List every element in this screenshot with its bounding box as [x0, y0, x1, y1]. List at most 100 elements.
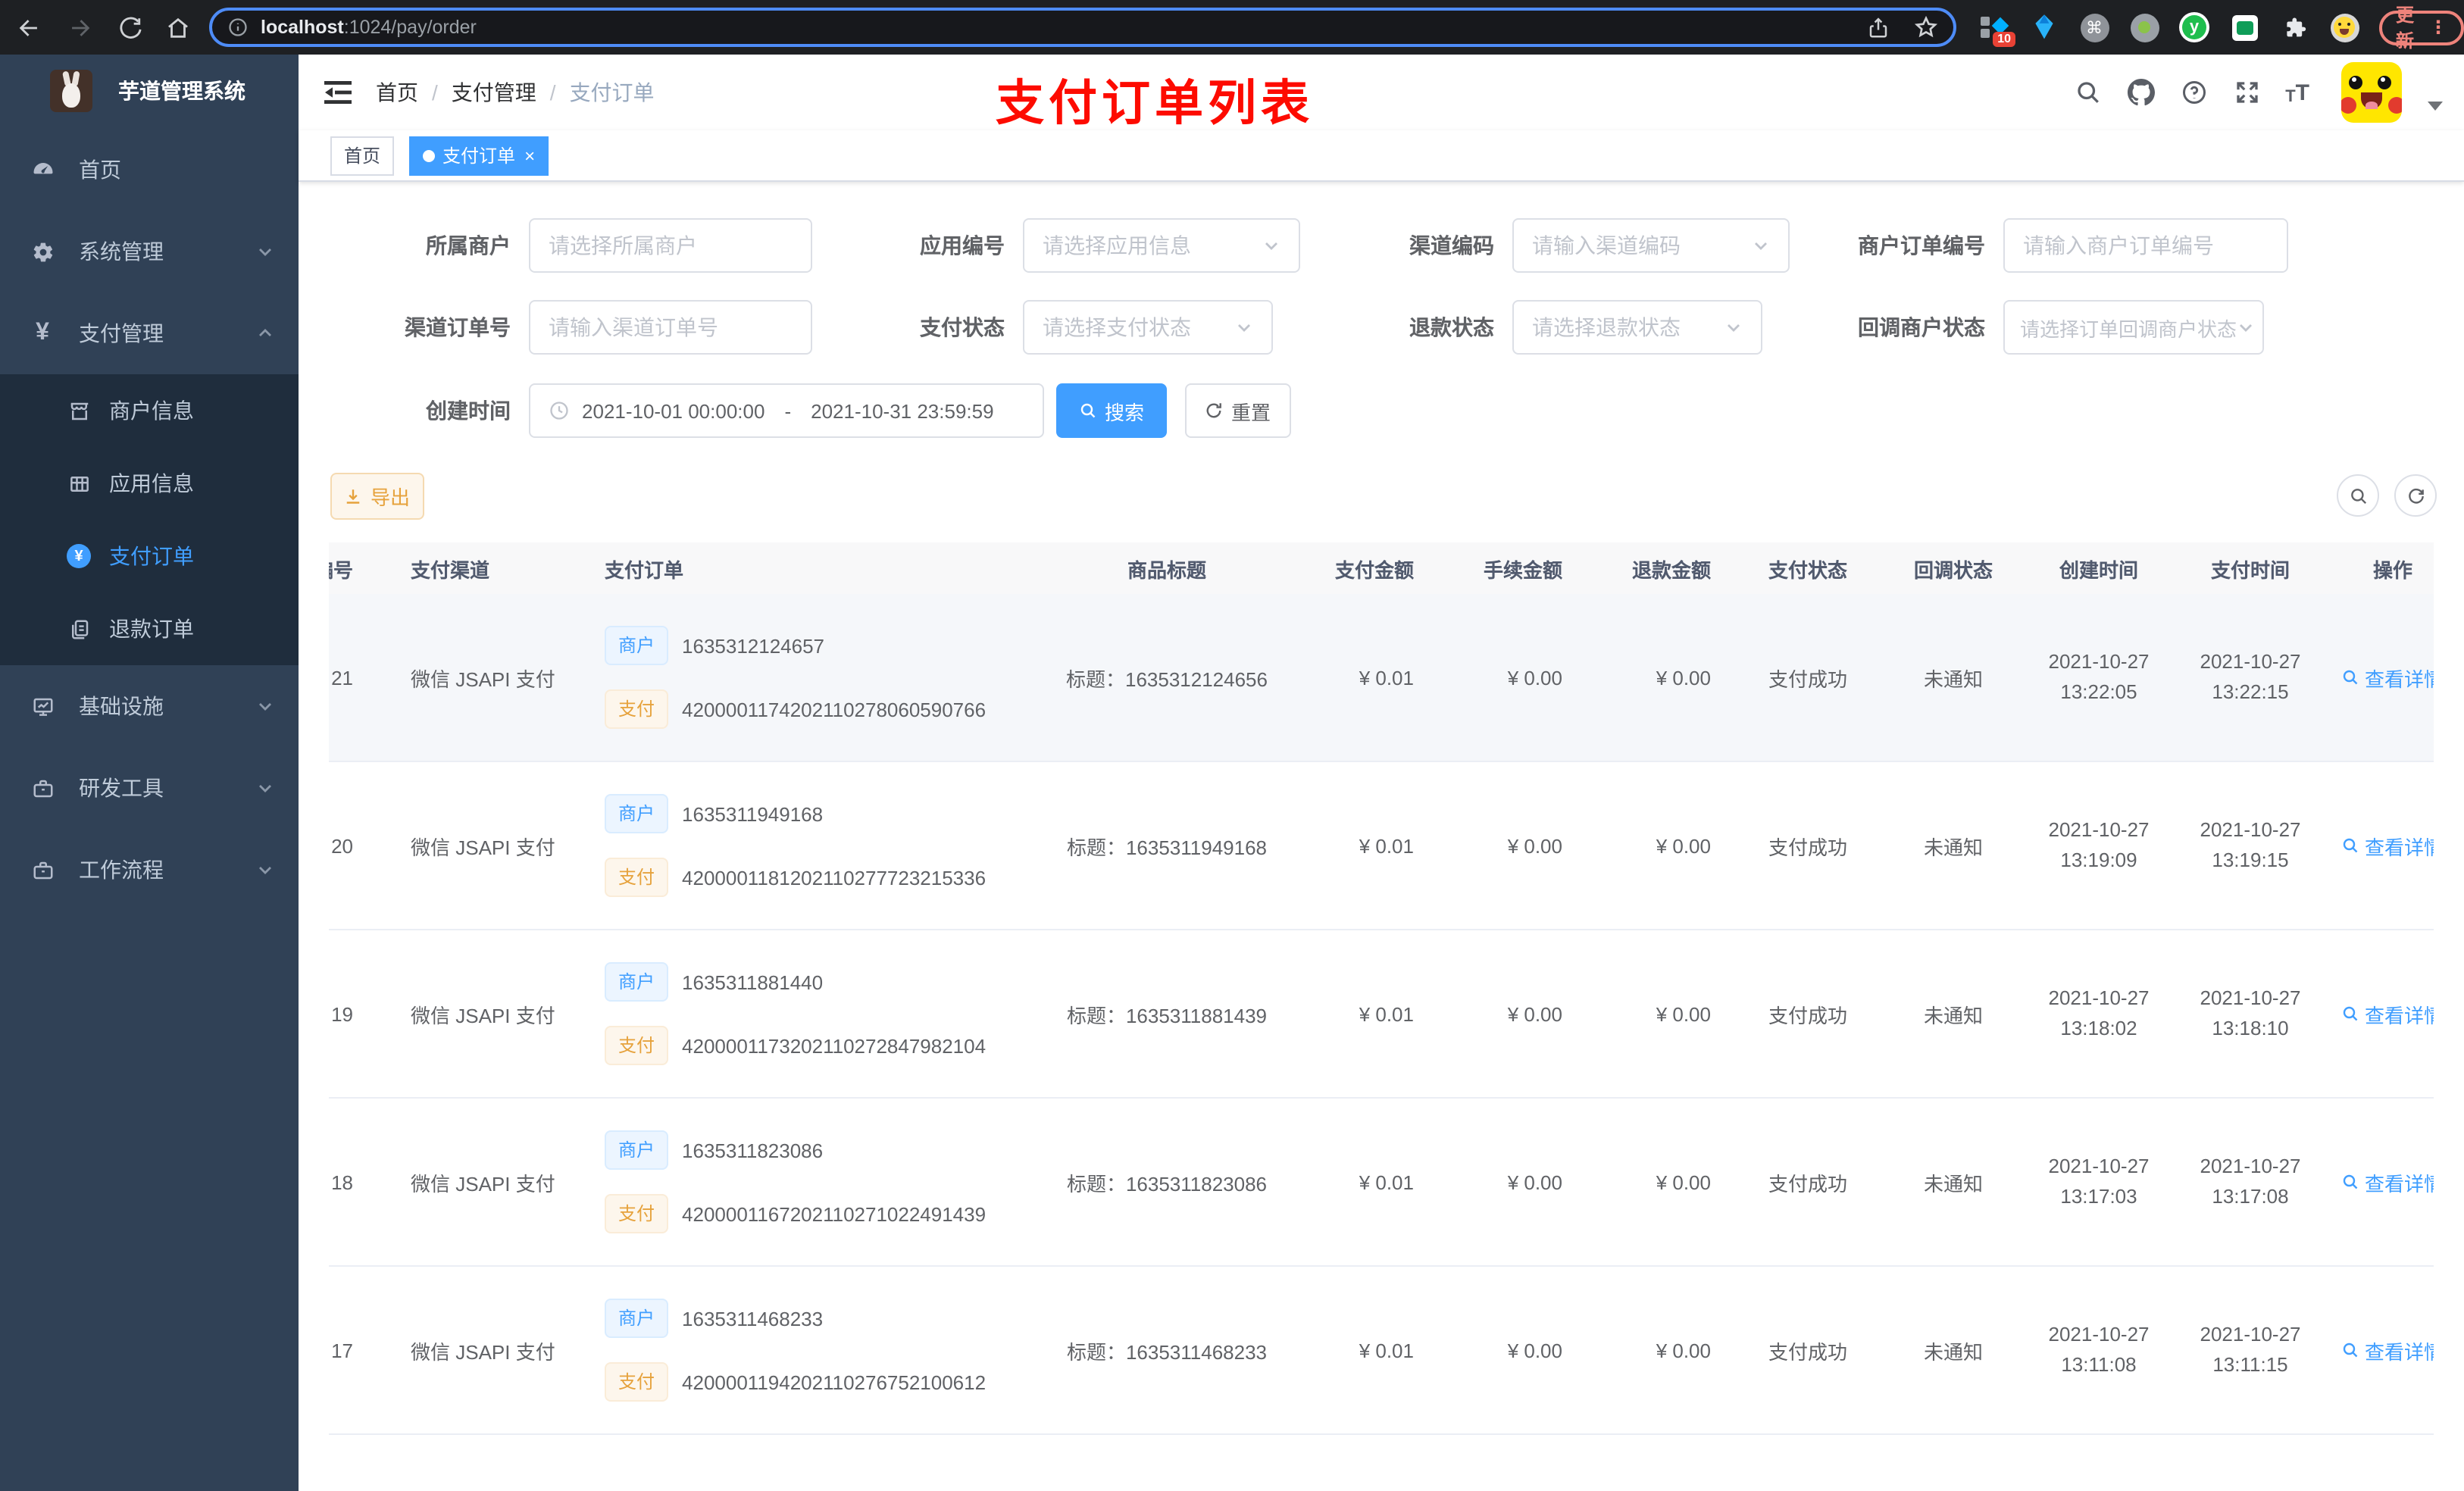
extension-kite-icon[interactable]	[2029, 12, 2059, 42]
tab-pay-order[interactable]: 支付订单 ×	[409, 136, 549, 175]
date-range-picker[interactable]: 2021-10-01 00:00:00 - 2021-10-31 23:59:5…	[529, 383, 1044, 438]
browser-forward-button[interactable]	[64, 12, 94, 42]
filter-channel-code: 渠道编码 请输入渠道编码	[1300, 218, 1790, 273]
sidebar-item-pay-order[interactable]: ¥ 支付订单	[0, 520, 299, 592]
sidebar-item-workflow[interactable]: 工作流程	[0, 829, 299, 911]
tab-label: 支付订单	[442, 145, 516, 167]
share-icon[interactable]	[1867, 16, 1890, 39]
reset-button[interactable]: 重置	[1185, 383, 1291, 438]
cell-fee: ¥ 0.00	[1507, 666, 1562, 689]
toggle-search-button[interactable]	[2337, 474, 2379, 517]
payment-submenu: 商户信息 应用信息 ¥ 支付订单 退款订单	[0, 374, 299, 665]
sidebar-item-merchant-info[interactable]: 商户信息	[0, 374, 299, 447]
browser-profile-avatar[interactable]	[2329, 12, 2359, 42]
breadcrumb-current: 支付订单	[569, 80, 655, 105]
cell-status: 支付成功	[1768, 1004, 1847, 1027]
sidebar-collapse-icon[interactable]	[324, 80, 352, 105]
extension-record-icon[interactable]	[2129, 12, 2159, 42]
table-row[interactable]: 20 微信 JSAPI 支付 商户 1635311949168 支付 4200001…	[329, 762, 2434, 930]
col-channel: 支付渠道	[411, 558, 490, 581]
fullscreen-icon[interactable]	[2232, 77, 2262, 108]
tab-close-icon[interactable]: ×	[524, 146, 535, 164]
table-row[interactable]: 17 微信 JSAPI 支付 商户 1635311468233 支付 4200001…	[329, 1267, 2434, 1435]
sidebar-item-label: 退款订单	[109, 617, 194, 641]
sidebar-item-home[interactable]: 首页	[0, 129, 299, 211]
pay-tag: 支付	[605, 1194, 669, 1233]
sidebar-item-infrastructure[interactable]: 基础设施	[0, 665, 299, 747]
pay-order-table[interactable]: 编号 支付渠道 支付订单 商品标题 支付金额 手续金额 退款金额 支付状态 回调…	[329, 542, 2434, 1491]
pay-status-select[interactable]: 请选择支付状态	[1023, 300, 1273, 355]
browser-back-button[interactable]	[14, 12, 44, 42]
view-detail-link[interactable]: 查看详情	[2342, 1167, 2434, 1196]
cell-title: 标题：1635311468233	[1066, 1340, 1268, 1363]
view-detail-link[interactable]: 查看详情	[2342, 831, 2434, 860]
chevron-up-icon	[259, 329, 271, 336]
search-icon[interactable]	[2073, 77, 2103, 108]
table-row[interactable]: 商户1635311351736	[329, 1435, 2434, 1491]
pay-tag: 支付	[605, 1026, 669, 1065]
avatar-caret-icon[interactable]	[2428, 102, 2443, 111]
browser-home-button[interactable]	[162, 12, 192, 42]
bookmark-star-icon[interactable]	[1914, 15, 1938, 39]
tab-home[interactable]: 首页	[330, 136, 395, 175]
filter-app: 应用编号 请选择应用信息	[811, 218, 1300, 273]
app-select[interactable]: 请选择应用信息	[1023, 218, 1300, 273]
breadcrumb-home[interactable]: 首页	[376, 77, 418, 108]
extension-y-icon[interactable]: y	[2179, 12, 2209, 42]
breadcrumb-pay-manage[interactable]: 支付管理	[452, 77, 536, 108]
extension-tasks-icon[interactable]: 10	[1979, 12, 2015, 47]
user-avatar[interactable]	[2341, 62, 2402, 123]
sidebar-item-app-info[interactable]: 应用信息	[0, 447, 299, 520]
cell-fee: ¥ 0.00	[1507, 1171, 1562, 1193]
table-row[interactable]: 18 微信 JSAPI 支付 商户 1635311823086 支付 4200001…	[329, 1099, 2434, 1267]
callback-status-select[interactable]: 请选择订单回调商户状态	[2003, 300, 2264, 355]
cell-status: 支付成功	[1768, 1172, 1847, 1195]
pay-tag: 支付	[605, 689, 669, 729]
cell-pay-order: 商户 1635311881440 支付 4200001173202110272847…	[599, 930, 1023, 1097]
sidebar-logo[interactable]: 芋道管理系统	[0, 55, 299, 127]
channel-order-no-input[interactable]: 请输入渠道订单号	[529, 300, 812, 355]
pay-tag: 支付	[605, 858, 669, 897]
extension-command-icon[interactable]: ⌘	[2079, 12, 2109, 42]
view-detail-link[interactable]: 查看详情	[2342, 1336, 2434, 1364]
browser-menu-icon[interactable]: ⋮	[2429, 17, 2447, 38]
merchant-tag: 商户	[605, 1130, 669, 1170]
filter-pay-status: 支付状态 请选择支付状态	[811, 300, 1273, 355]
sidebar-item-refund-order[interactable]: 退款订单	[0, 592, 299, 665]
search-button[interactable]: 搜索	[1056, 383, 1167, 438]
sidebar-item-dev-tools[interactable]: 研发工具	[0, 747, 299, 829]
filter-label: 应用编号	[920, 233, 1005, 258]
refresh-table-button[interactable]	[2394, 474, 2437, 517]
github-icon[interactable]	[2126, 77, 2156, 108]
browser-update-button[interactable]: 更新 ⋮	[2379, 5, 2464, 52]
col-pay-order: 支付订单	[605, 558, 684, 581]
font-size-icon[interactable]: TT	[2285, 80, 2309, 105]
site-info-icon[interactable]	[227, 17, 249, 38]
page-title-annotation: 支付订单列表	[996, 76, 1315, 130]
extensions-puzzle-icon[interactable]	[2279, 12, 2309, 42]
sidebar-item-label: 工作流程	[79, 858, 164, 882]
browser-reload-button[interactable]	[114, 12, 144, 42]
address-bar[interactable]: localhost:1024/pay/order	[209, 8, 1956, 47]
cell-title: 标题：1635311881439	[1066, 1004, 1268, 1027]
view-detail-link[interactable]: 查看详情	[2342, 663, 2434, 692]
help-icon[interactable]	[2179, 77, 2209, 108]
cell-create-time: 2021-10-27 13:11:08	[2048, 1323, 2150, 1376]
channel-code-select[interactable]: 请输入渠道编码	[1512, 218, 1790, 273]
sidebar-item-payment[interactable]: ¥ 支付管理	[0, 292, 299, 374]
merchant-order-no-input[interactable]: 请输入商户订单编号	[2003, 218, 2288, 273]
export-button[interactable]: 导出	[330, 473, 424, 520]
merchant-no: 1635311823086	[682, 1139, 824, 1161]
cell-create-time: 2021-10-27 13:17:03	[2048, 1155, 2150, 1208]
table-row[interactable]: 19 微信 JSAPI 支付 商户 1635311881440 支付 4200001…	[329, 930, 2434, 1099]
table-row[interactable]: 21 微信 JSAPI 支付 商户 1635312124657 支付 4200001…	[329, 594, 2434, 762]
cell-create-time: 2021-10-27 13:22:05	[2048, 650, 2150, 703]
refund-status-select[interactable]: 请选择退款状态	[1512, 300, 1762, 355]
view-detail-link[interactable]: 查看详情	[2342, 999, 2434, 1028]
briefcase-icon	[30, 858, 55, 882]
merchant-input[interactable]: 请选择所属商户	[529, 218, 812, 273]
extension-chat-icon[interactable]	[2229, 12, 2259, 42]
cell-status: 支付成功	[1768, 836, 1847, 858]
col-title: 商品标题	[1127, 558, 1206, 581]
sidebar-item-system[interactable]: 系统管理	[0, 211, 299, 292]
